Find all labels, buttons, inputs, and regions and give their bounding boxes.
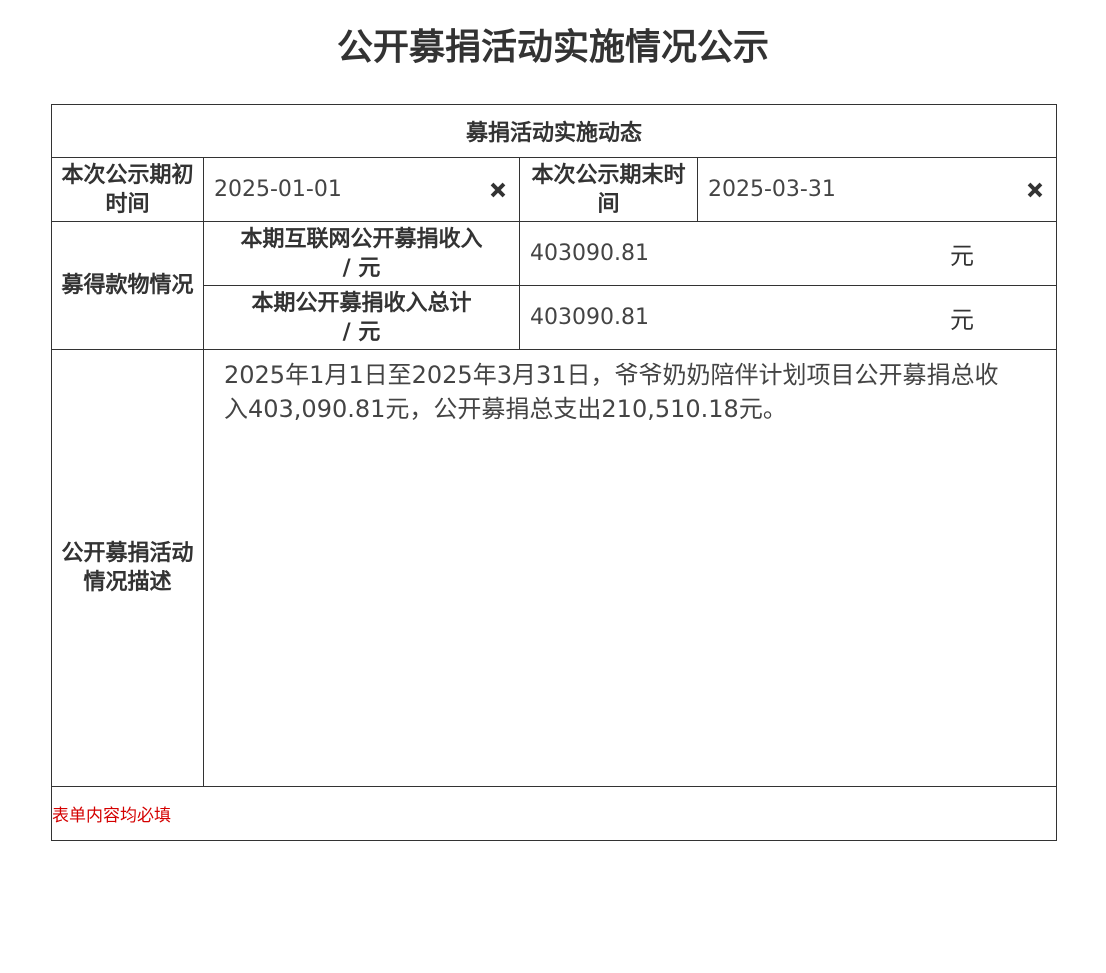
total-income-field[interactable]: 403090.81 元 [518, 285, 1058, 350]
internet-income-value: 403090.81 [530, 241, 649, 266]
page-title: 公开募捐活动实施情况公示 [336, 27, 769, 68]
description-text: 2025年1月1日至2025年3月31日，爷爷奶奶陪伴计划项目公开募捐总收入40… [224, 361, 999, 423]
period-start-value: 2025-01-01 [214, 176, 342, 202]
required-note: 表单内容均必填 [50, 786, 1058, 841]
disclosure-form-table: 募捐活动实施动态 本次公示期初时间 2025-01-01 本次公示期末时间 20… [50, 104, 1058, 841]
period-start-field[interactable]: 2025-01-01 [203, 157, 520, 222]
donations-group-label: 募得款物情况 [51, 221, 204, 350]
description-label: 公开募捐活动情况描述 [51, 349, 204, 787]
close-x-icon[interactable] [1024, 179, 1046, 201]
internet-income-unit: 元 [950, 242, 975, 270]
total-income-label: 本期公开募捐收入总计 / 元 [203, 285, 520, 350]
description-field[interactable]: 2025年1月1日至2025年3月31日，爷爷奶奶陪伴计划项目公开募捐总收入40… [202, 349, 1058, 787]
period-end-value: 2025-03-31 [708, 176, 836, 202]
internet-income-label: 本期互联网公开募捐收入 / 元 [203, 221, 520, 286]
total-income-value: 403090.81 [530, 305, 649, 330]
section-header: 募捐活动实施动态 [50, 104, 1058, 158]
period-end-field[interactable]: 2025-03-31 [696, 157, 1058, 222]
close-x-icon[interactable] [487, 179, 509, 201]
period-start-label: 本次公示期初时间 [51, 157, 204, 222]
total-income-unit: 元 [950, 306, 975, 334]
internet-income-field[interactable]: 403090.81 元 [518, 221, 1058, 286]
period-end-label: 本次公示期末时间 [519, 157, 698, 222]
